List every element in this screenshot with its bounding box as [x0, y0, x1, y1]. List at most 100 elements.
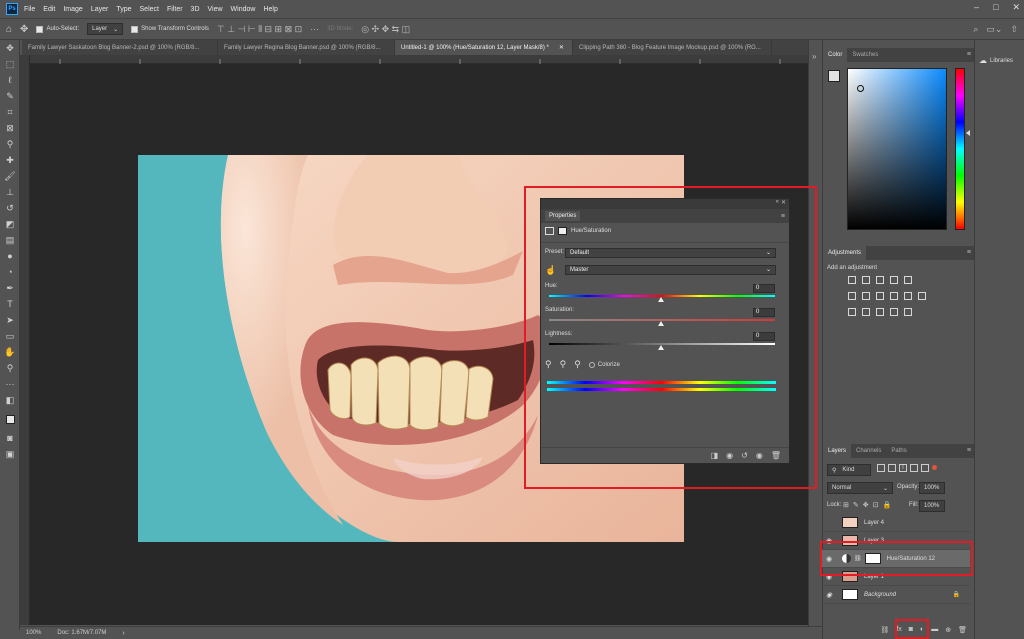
- default-colors-icon[interactable]: ◧: [0, 392, 20, 408]
- menu-window[interactable]: Window: [231, 6, 256, 13]
- panel-menu-icon[interactable]: ≡: [967, 51, 971, 58]
- minimize-icon[interactable]: –: [974, 2, 979, 13]
- close-icon[interactable]: ✕: [1012, 2, 1020, 13]
- menu-type[interactable]: Type: [116, 6, 131, 13]
- brush-tool-icon[interactable]: 🖌: [0, 168, 20, 184]
- move-tool-icon[interactable]: ✥: [0, 40, 20, 56]
- type-tool-icon[interactable]: T: [0, 296, 20, 312]
- tab-swatches[interactable]: Swatches: [847, 48, 883, 62]
- menu-3d[interactable]: 3D: [191, 6, 200, 13]
- gradient-map-icon[interactable]: [890, 308, 898, 316]
- zoom-level[interactable]: 100%: [26, 630, 41, 636]
- chevron-right-icon[interactable]: ›: [122, 630, 124, 637]
- color-balance-icon[interactable]: [862, 292, 870, 300]
- search-icon[interactable]: ⌕: [973, 24, 978, 35]
- workspace-icon[interactable]: ▭⌄: [986, 24, 1002, 35]
- hand-tool-icon[interactable]: ✋: [0, 344, 20, 360]
- shape-filter-icon[interactable]: [910, 464, 918, 472]
- tab-color[interactable]: Color: [823, 48, 848, 62]
- eraser-tool-icon[interactable]: ◩: [0, 216, 20, 232]
- levels-icon[interactable]: [862, 276, 870, 284]
- hue-saturation-icon[interactable]: [848, 292, 856, 300]
- more-icon[interactable]: ···: [310, 24, 319, 34]
- curves-icon[interactable]: [876, 276, 884, 284]
- clone-stamp-icon[interactable]: ⊥: [0, 184, 20, 200]
- eyedropper-tool-icon[interactable]: ⚲: [0, 136, 20, 152]
- menu-filter[interactable]: Filter: [167, 6, 183, 13]
- tab-document-2[interactable]: Family Lawyer Regina Blog Banner.psd @ 1…: [218, 40, 395, 55]
- posterize-icon[interactable]: [862, 308, 870, 316]
- pixel-filter-icon[interactable]: [877, 464, 885, 472]
- invert-icon[interactable]: [848, 308, 856, 316]
- rectangle-tool-icon[interactable]: ▭: [0, 328, 20, 344]
- zoom-tool-icon[interactable]: ⚲: [0, 360, 20, 376]
- lock-icons[interactable]: ⊞✎✥⊡🔒: [843, 501, 895, 509]
- blur-tool-icon[interactable]: ●: [0, 248, 20, 264]
- vibrance-icon[interactable]: [904, 276, 912, 284]
- tab-adjustments[interactable]: Adjustments: [823, 246, 867, 260]
- channel-mixer-icon[interactable]: [904, 292, 912, 300]
- dodge-tool-icon[interactable]: ◔: [0, 264, 20, 280]
- auto-select-checkbox[interactable]: Auto-Select:: [36, 25, 79, 33]
- gradient-tool-icon[interactable]: ▤: [0, 232, 20, 248]
- path-select-icon[interactable]: ➤: [0, 312, 20, 328]
- smart-object-filter-icon[interactable]: [921, 464, 929, 472]
- crop-tool-icon[interactable]: ⌗: [0, 104, 20, 120]
- threshold-icon[interactable]: [876, 308, 884, 316]
- type-filter-icon[interactable]: T: [899, 464, 907, 472]
- adjustment-filter-icon[interactable]: [888, 464, 896, 472]
- tab-document-4[interactable]: Clipping Path 360 - Blog Feature Image M…: [573, 40, 772, 55]
- menu-layer[interactable]: Layer: [91, 6, 109, 13]
- menu-select[interactable]: Select: [140, 6, 159, 13]
- 3d-tools-icons[interactable]: ◎ ✣ ✥ ⇆ ◫: [361, 24, 410, 35]
- fill-input[interactable]: 100%: [919, 500, 945, 512]
- tab-document-1[interactable]: Family Lawyer Saskatoon Blog Banner-2.ps…: [22, 40, 218, 55]
- filter-toggle-icon[interactable]: [932, 465, 937, 470]
- show-transform-checkbox[interactable]: Show Transform Controls: [131, 25, 209, 33]
- photo-filter-icon[interactable]: [890, 292, 898, 300]
- brightness-contrast-icon[interactable]: [848, 276, 856, 284]
- menu-help[interactable]: Help: [263, 6, 277, 13]
- tab-paths[interactable]: Paths: [886, 444, 911, 458]
- layer-row[interactable]: ◉ Background 🔒: [822, 586, 970, 604]
- frame-tool-icon[interactable]: ⊠: [0, 120, 20, 136]
- menu-edit[interactable]: Edit: [43, 6, 55, 13]
- home-icon[interactable]: ⌂: [6, 24, 12, 35]
- menu-image[interactable]: Image: [63, 6, 82, 13]
- blend-mode-dropdown[interactable]: Normal ⌄: [827, 482, 893, 494]
- align-icons[interactable]: ⊤ ⊥ ⊣ ⊢ ⫴ ⊟ ⊞ ⊠ ⊡: [217, 24, 302, 35]
- color-lookup-icon[interactable]: [918, 292, 926, 300]
- healing-brush-icon[interactable]: ✚: [0, 152, 20, 168]
- collapse-panels-icon[interactable]: »: [812, 52, 816, 61]
- visibility-eye-icon[interactable]: ◉: [822, 591, 836, 599]
- history-brush-icon[interactable]: ↺: [0, 200, 20, 216]
- quick-mask-icon[interactable]: ◙: [0, 430, 20, 446]
- trash-icon[interactable]: 🗑: [958, 626, 967, 639]
- menu-file[interactable]: File: [24, 6, 35, 13]
- new-group-icon[interactable]: ▬: [931, 626, 938, 639]
- tab-layers[interactable]: Layers: [823, 444, 852, 458]
- move-tool-icon[interactable]: ✥: [20, 24, 28, 35]
- foreground-color-swatch[interactable]: [828, 70, 840, 82]
- color-swatches-icon[interactable]: [0, 408, 20, 430]
- tab-channels[interactable]: Channels: [851, 444, 886, 458]
- marquee-tool-icon[interactable]: ⬚: [0, 56, 20, 72]
- tab-document-3[interactable]: Untitled-1 @ 100% (Hue/Saturation 12, La…: [395, 40, 573, 55]
- opacity-input[interactable]: 100%: [919, 482, 945, 494]
- more-tools-icon[interactable]: ···: [0, 376, 20, 392]
- color-picker-cursor[interactable]: [857, 85, 864, 92]
- menu-view[interactable]: View: [208, 6, 223, 13]
- saturation-value-field[interactable]: [847, 68, 947, 230]
- exposure-icon[interactable]: [890, 276, 898, 284]
- share-icon[interactable]: ⇧: [1010, 24, 1018, 35]
- hue-slider-thumb[interactable]: [966, 130, 970, 136]
- selective-color-icon[interactable]: [904, 308, 912, 316]
- black-white-icon[interactable]: [876, 292, 884, 300]
- screen-mode-icon[interactable]: ▣: [0, 446, 20, 462]
- lasso-tool-icon[interactable]: ℓ: [0, 72, 20, 88]
- panel-menu-icon[interactable]: ≡: [967, 249, 971, 256]
- auto-select-dropdown[interactable]: Layer ⌄: [87, 23, 124, 35]
- new-layer-icon[interactable]: ⊕: [945, 626, 951, 639]
- hue-spectrum-slider[interactable]: [955, 68, 965, 230]
- maximize-icon[interactable]: □: [993, 2, 998, 13]
